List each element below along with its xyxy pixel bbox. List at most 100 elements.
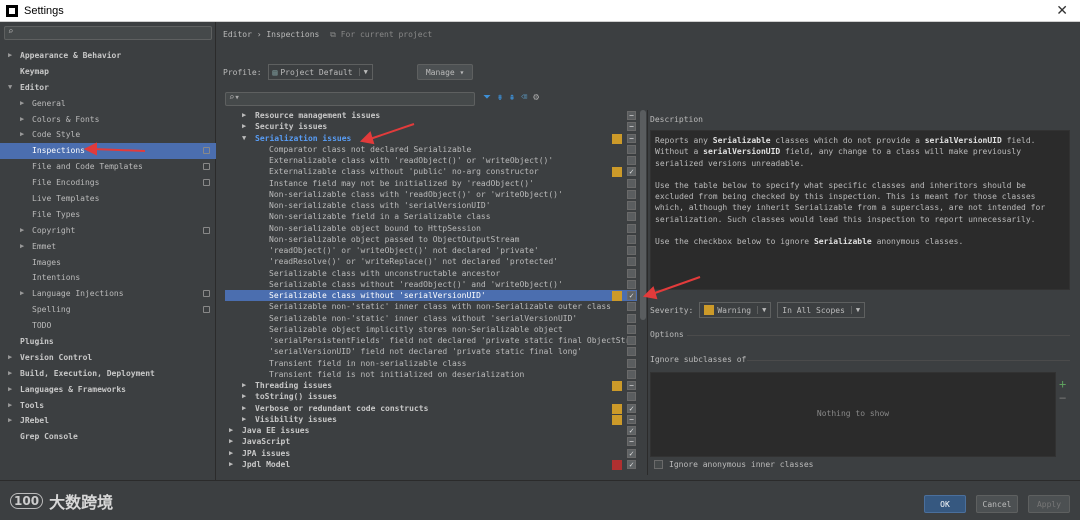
collapsed-arrow-icon[interactable]: ▶	[242, 391, 246, 402]
collapsed-arrow-icon[interactable]: ▶	[8, 413, 12, 429]
collapsed-arrow-icon[interactable]: ▶	[20, 127, 24, 143]
sidebar-item[interactable]: TODO	[0, 318, 216, 334]
inspection-scrollbar[interactable]	[640, 110, 646, 320]
inspection-checkbox[interactable]: ✓	[627, 403, 636, 413]
inspection-checkbox[interactable]	[627, 392, 636, 402]
inspection-row[interactable]: Serializable class without 'readObject()…	[225, 279, 637, 290]
collapsed-arrow-icon[interactable]: ▶	[242, 380, 246, 391]
sidebar-item[interactable]: Spelling	[0, 302, 216, 318]
inspection-checkbox[interactable]	[627, 313, 636, 323]
inspection-checkbox[interactable]: ✓	[627, 167, 636, 177]
inspection-row[interactable]: Non-serializable class with 'readObject(…	[225, 189, 637, 200]
inspection-row[interactable]: ▶ Threading issues −	[225, 380, 637, 391]
sidebar-item[interactable]: ▶ Emmet	[0, 239, 216, 255]
collapsed-arrow-icon[interactable]: ▶	[242, 403, 246, 414]
inspection-checkbox[interactable]: −	[627, 414, 636, 424]
collapsed-arrow-icon[interactable]: ▶	[229, 459, 233, 470]
inspection-row[interactable]: Serializable object implicitly stores no…	[225, 324, 637, 335]
collapsed-arrow-icon[interactable]: ▶	[20, 239, 24, 255]
inspection-checkbox[interactable]: ✓	[627, 426, 636, 435]
sidebar-item[interactable]: Grep Console	[0, 429, 216, 445]
collapsed-arrow-icon[interactable]: ▶	[242, 110, 246, 121]
collapsed-arrow-icon[interactable]: ▶	[20, 223, 24, 239]
collapsed-arrow-icon[interactable]: ▶	[20, 112, 24, 128]
inspection-row[interactable]: ▶ Security issues −	[225, 121, 637, 132]
sidebar-item[interactable]: ▼ Editor	[0, 80, 216, 96]
inspection-row[interactable]: ▶ Visibility issues −	[225, 414, 637, 425]
sidebar-item[interactable]: ▶ Appearance & Behavior	[0, 48, 216, 64]
add-icon[interactable]: +	[1059, 377, 1066, 391]
close-icon[interactable]: ✕	[1056, 2, 1068, 19]
severity-select[interactable]: Warning ▼	[699, 302, 772, 318]
inspection-row[interactable]: 'serialPersistentFields' field not decla…	[225, 335, 637, 346]
inspection-row[interactable]: ▶ JavaScript −	[225, 436, 637, 447]
inspection-row[interactable]: Serializable non-'static' inner class wi…	[225, 313, 637, 324]
inspection-row[interactable]: ▶ Verbose or redundant code constructs ✓	[225, 403, 637, 414]
inspection-row[interactable]: Transient field in non-serializable clas…	[225, 358, 637, 369]
inspection-row[interactable]: Comparator class not declared Serializab…	[225, 144, 637, 155]
inspection-row[interactable]: 'serialVersionUID' field not declared 'p…	[225, 346, 637, 357]
sidebar-item[interactable]: Live Templates	[0, 191, 216, 207]
collapsed-arrow-icon[interactable]: ▶	[8, 350, 12, 366]
collapsed-arrow-icon[interactable]: ▶	[20, 286, 24, 302]
inspection-row[interactable]: ▶ JPA issues ✓	[225, 448, 637, 459]
inspection-checkbox[interactable]	[627, 201, 636, 210]
ok-button[interactable]: OK	[924, 495, 966, 513]
subclasses-table[interactable]: Nothing to show	[650, 372, 1056, 457]
sidebar-item[interactable]: ▶ Language Injections	[0, 286, 216, 302]
apply-button[interactable]: Apply	[1028, 495, 1070, 513]
ignore-anonymous-checkbox[interactable]	[654, 460, 663, 469]
inspection-checkbox[interactable]	[627, 223, 636, 233]
inspection-checkbox[interactable]	[627, 234, 636, 244]
sidebar-item[interactable]: ▶ JRebel	[0, 413, 216, 429]
sidebar-item[interactable]: Intentions	[0, 270, 216, 286]
inspection-search-input[interactable]: ⌕▾	[225, 92, 475, 106]
inspection-row[interactable]: 'readResolve()' or 'writeReplace()' not …	[225, 256, 637, 267]
inspection-row[interactable]: ▶ Resource management issues −	[225, 110, 637, 121]
cancel-button[interactable]: Cancel	[976, 495, 1018, 513]
inspection-row[interactable]: Non-serializable class with 'serialVersi…	[225, 200, 637, 211]
sidebar-item[interactable]: ▶ Tools	[0, 398, 216, 414]
inspection-row[interactable]: 'readObject()' or 'writeObject()' not de…	[225, 245, 637, 256]
inspection-row[interactable]: Transient field is not initialized on de…	[225, 369, 637, 380]
inspection-checkbox[interactable]	[627, 268, 636, 278]
inspection-row[interactable]: Externalizable class with 'readObject()'…	[225, 155, 637, 166]
collapsed-arrow-icon[interactable]: ▶	[8, 48, 12, 64]
expanded-arrow-icon[interactable]: ▼	[242, 133, 246, 144]
expanded-arrow-icon[interactable]: ▼	[8, 80, 12, 96]
sidebar-item[interactable]: Plugins	[0, 334, 216, 350]
reset-icon[interactable]: ⌫	[521, 92, 527, 103]
inspection-checkbox[interactable]: −	[627, 111, 636, 120]
collapse-all-icon[interactable]: ⇞	[509, 92, 515, 103]
inspection-row[interactable]: Instance field may not be initialized by…	[225, 178, 637, 189]
inspection-checkbox[interactable]	[627, 156, 636, 165]
sidebar-item[interactable]: ▶ Copyright	[0, 223, 216, 239]
inspection-checkbox[interactable]: ✓	[627, 459, 636, 469]
inspection-row[interactable]: Non-serializable object passed to Object…	[225, 234, 637, 245]
splitter[interactable]	[647, 110, 648, 475]
expand-all-icon[interactable]: ⇟	[497, 92, 503, 103]
collapsed-arrow-icon[interactable]: ▶	[229, 448, 233, 459]
sidebar-item[interactable]: ▶ Code Style	[0, 127, 216, 143]
profile-select[interactable]: ▤ Project Default ▼	[267, 64, 373, 80]
sidebar-item[interactable]: File Encodings	[0, 175, 216, 191]
inspection-checkbox[interactable]: ✓	[627, 291, 636, 300]
inspection-checkbox[interactable]	[627, 212, 636, 222]
sidebar-item[interactable]: Inspections	[0, 143, 216, 160]
inspection-checkbox[interactable]	[627, 336, 636, 345]
inspection-checkbox[interactable]	[627, 302, 636, 312]
collapsed-arrow-icon[interactable]: ▶	[8, 366, 12, 382]
gear-icon[interactable]: ⚙	[533, 92, 539, 103]
inspection-checkbox[interactable]	[627, 358, 636, 368]
inspection-checkbox[interactable]	[627, 144, 636, 154]
settings-search-input[interactable]: ⌕	[4, 26, 212, 40]
inspection-row[interactable]: Serializable class with unconstructable …	[225, 268, 637, 279]
inspection-checkbox[interactable]	[627, 257, 636, 267]
inspection-checkbox[interactable]: −	[627, 437, 636, 447]
inspection-checkbox[interactable]	[627, 347, 636, 357]
inspection-row[interactable]: ▼ Serialization issues −	[225, 133, 637, 144]
inspection-checkbox[interactable]	[627, 246, 636, 255]
inspection-checkbox[interactable]: ✓	[627, 448, 636, 458]
remove-icon[interactable]: −	[1059, 391, 1066, 405]
inspection-checkbox[interactable]: −	[627, 122, 636, 132]
